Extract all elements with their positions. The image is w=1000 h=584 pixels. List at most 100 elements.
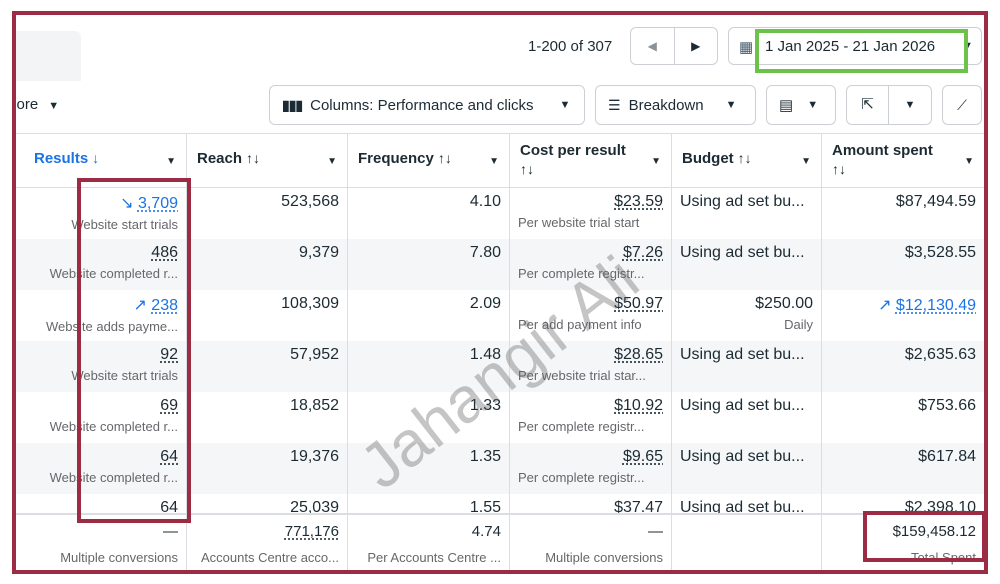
totals-results: — Multiple conversions [16,515,187,570]
results-type: Website completed r... [49,419,178,434]
column-header-results[interactable]: Results ↓ ▼ [16,134,187,189]
column-header-frequency[interactable]: Frequency ↑↓ ▼ [348,134,510,189]
breakdown-icon: ☰ [608,96,621,113]
chevron-down-icon: ▼ [327,156,337,167]
cell-frequency: 4.10 [348,188,510,239]
columns-label: Columns: Performance and clicks [310,96,534,114]
results-value[interactable]: 92 [160,346,178,363]
cell-cost-per-result: $9.65 Per complete registr... [510,443,672,494]
results-value[interactable]: 486 [151,244,178,261]
cell-reach: 25,039 [187,494,348,513]
cell-frequency: 1.55 [348,494,510,513]
left-panel-edge [16,31,81,81]
pager-row: 1-200 of 307 ◀ ▶ ▦ 1 Jan 2025 - 21 Jan 2… [16,15,984,81]
screenshot-frame: 1-200 of 307 ◀ ▶ ▦ 1 Jan 2025 - 21 Jan 2… [12,11,988,574]
cost-value[interactable]: $37.47 [614,499,663,513]
cell-cost-per-result: $10.92 Per complete registr... [510,392,672,443]
column-header-reach[interactable]: Reach ↑↓ ▼ [187,134,348,189]
cost-value[interactable]: $7.26 [623,244,663,261]
cost-value[interactable]: $28.65 [614,346,663,363]
table-header: Results ↓ ▼ Reach ↑↓ ▼ Frequency ↑↓ ▼ Cost … [16,133,984,189]
cell-budget: $250.00 Daily [672,290,822,341]
budget-value: Using ad set bu... [680,346,805,363]
export-button[interactable]: ⇱ ▼ [846,85,932,125]
next-page-button[interactable]: ▶ [675,28,718,64]
cell-results: 64 [16,494,187,513]
more-menu-button[interactable]: More ▼ [16,96,60,113]
cell-budget: Using ad set bu... [672,494,822,513]
table-row[interactable]: ↘ 3,709 Website start trials 523,568 4.10 $2… [16,188,984,239]
reach-value: 19,376 [290,448,339,465]
cell-frequency: 7.80 [348,239,510,290]
results-value[interactable]: 69 [160,397,178,414]
cost-value[interactable]: $23.59 [614,193,663,210]
chart-button[interactable]: ⟋ [942,85,982,125]
budget-value: Using ad set bu... [680,193,805,210]
amount-spent-value: $2,635.63 [904,346,976,363]
table-row[interactable]: ↗ 238 Website adds payme... 108,309 2.09 $50… [16,290,984,341]
chevron-down-icon: ▼ [48,100,60,112]
table-row[interactable]: 92 Website start trials 57,952 1.48 $28.65 Pe… [16,341,984,392]
table-row[interactable]: 64 Website completed r... 19,376 1.35 $9.65 P… [16,443,984,494]
cell-budget: Using ad set bu... [672,239,822,290]
results-value[interactable]: 238 [151,297,178,314]
chevron-down-icon: ▼ [904,99,916,111]
frequency-value: 2.09 [469,295,501,312]
cost-type: Per website trial star... [518,368,646,383]
totals-amount-spent: $159,458.12 Total Spent [892,523,976,565]
cost-type: Per add payment info [518,317,642,332]
cell-reach: 9,379 [187,239,348,290]
reports-icon: ▤ [779,97,794,114]
reach-value: 523,568 [281,193,339,210]
breakdown-button[interactable]: ☰ Breakdown ▼ [595,85,756,125]
results-type: Website start trials [71,368,178,383]
reports-button[interactable]: ▤ ▼ [766,85,836,125]
cost-value[interactable]: $10.92 [614,397,663,414]
cell-budget: Using ad set bu... [672,443,822,494]
pagination-buttons: ◀ ▶ [630,27,718,65]
breakdown-label: Breakdown [628,96,704,114]
cell-frequency: 1.35 [348,443,510,494]
cell-reach: 19,376 [187,443,348,494]
cost-value[interactable]: $50.97 [614,295,663,312]
frequency-value: 7.80 [469,244,501,261]
table-totals-row: — Multiple conversions 771,176 Accounts … [16,513,984,570]
cell-reach: 18,852 [187,392,348,443]
table-row[interactable]: 64 25,039 1.55 $37.47 Using ad set bu... $2,3… [16,494,984,513]
cell-results: 486 Website completed r... [16,239,187,290]
date-range-label: 1 Jan 2025 - 21 Jan 2026 [765,38,936,55]
chevron-down-icon: ▼ [962,40,973,52]
pagination-range: 1-200 of 307 [528,38,613,55]
results-type: Website completed r... [49,266,178,281]
cost-type: Per complete registr... [518,470,645,485]
budget-value: Using ad set bu... [680,499,805,513]
results-value[interactable]: 64 [160,499,178,513]
columns-icon: ▮▮▮ [282,96,303,113]
date-range-picker[interactable]: ▦ 1 Jan 2025 - 21 Jan 2026 ▼ [728,27,982,65]
ads-table: Results ↓ ▼ Reach ↑↓ ▼ Frequency ↑↓ ▼ Cost … [16,133,984,570]
results-type: Website completed r... [49,470,178,485]
cell-reach: 108,309 [187,290,348,341]
table-row[interactable]: 69 Website completed r... 18,852 1.33 $10.92… [16,392,984,443]
cell-results: ↘ 3,709 Website start trials [16,188,187,239]
chevron-left-icon: ◀ [647,39,657,53]
results-value[interactable]: 3,709 [138,195,178,212]
cell-reach: 57,952 [187,341,348,392]
chevron-right-icon: ▶ [691,39,701,53]
reach-value: 57,952 [290,346,339,363]
chevron-down-icon: ▼ [725,99,737,111]
columns-button[interactable]: ▮▮▮ Columns: Performance and clicks ▼ [269,85,585,125]
amount-spent-value: $12,130.49 [895,297,976,314]
column-header-amount-spent[interactable]: Amount spent ↑↓ ▼ [822,134,984,189]
column-header-budget[interactable]: Budget ↑↓ ▼ [672,134,822,189]
chevron-down-icon: ▼ [489,156,499,167]
cell-cost-per-result: $23.59 Per website trial start [510,188,672,239]
table-row[interactable]: 486 Website completed r... 9,379 7.80 $7.26 P… [16,239,984,290]
reach-value: 18,852 [290,397,339,414]
amount-spent-value: $753.66 [918,397,976,414]
previous-page-button[interactable]: ◀ [631,28,675,64]
column-header-cost-per-result[interactable]: Cost per result ↑↓ ▼ [510,134,672,189]
results-value[interactable]: 64 [160,448,178,465]
cost-value[interactable]: $9.65 [623,448,663,465]
reach-value: 108,309 [281,295,339,312]
